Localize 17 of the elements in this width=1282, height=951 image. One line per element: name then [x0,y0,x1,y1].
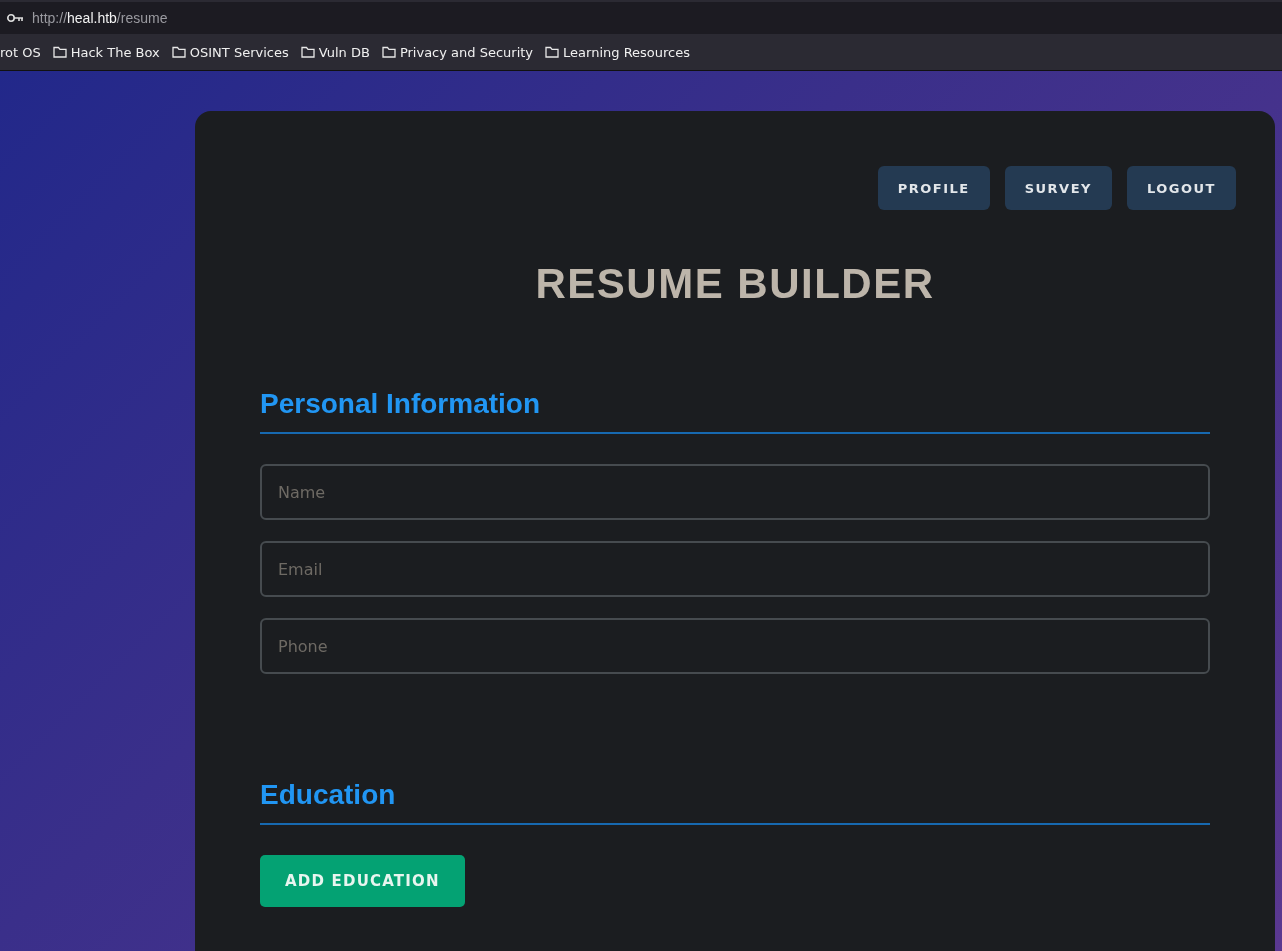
bookmark[interactable]: Learning Resources [545,44,691,60]
bookmark[interactable]: Vuln DB [300,44,370,60]
input-field[interactable]: Email [260,541,1210,597]
input-field[interactable]: Phone [260,618,1210,674]
url-text[interactable]: http://heal.htb/resume [32,10,168,26]
bookmark[interactable]: OSINT Services [171,44,289,60]
bookmark[interactable]: Hack The Box [52,44,160,60]
bookmark[interactable]: Privacy and Security [381,44,534,60]
bookmark[interactable]: rot OS [0,44,41,60]
input-field[interactable]: Name [260,464,1210,520]
section-heading: Personal Information [260,388,1210,434]
nav-button[interactable]: SURVEY [1004,166,1112,210]
page-title: RESUME BUILDER [534,260,936,308]
nav-button[interactable]: LOGOUT [1126,166,1236,210]
section-heading: Education [260,779,1210,825]
nav-button[interactable]: PROFILE [877,166,990,210]
key-icon [6,13,24,23]
